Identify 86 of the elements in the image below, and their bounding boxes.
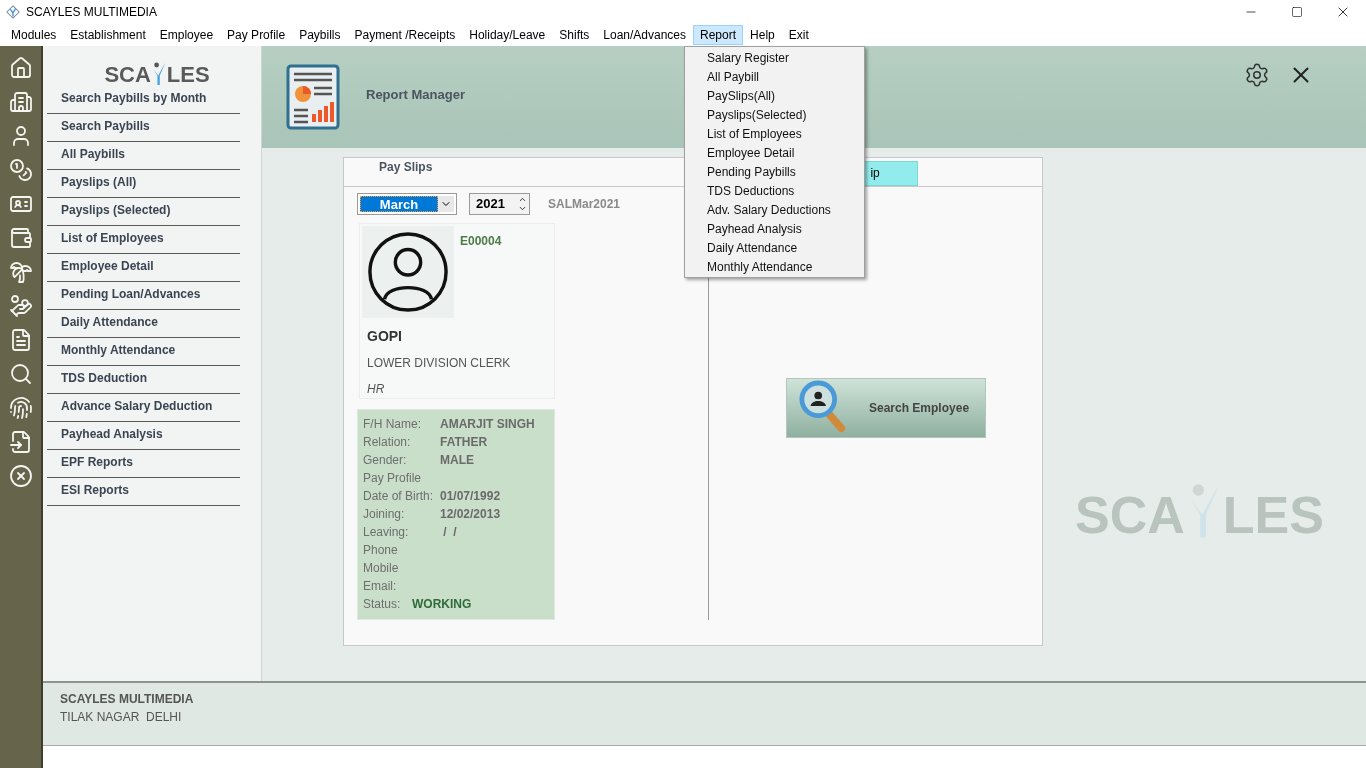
menu-entry[interactable]: Salary Register <box>685 48 864 67</box>
menu-item[interactable]: Exit <box>781 25 816 45</box>
hand-coins-icon[interactable] <box>8 294 33 318</box>
sidebar-item[interactable]: Pending Loan/Advances <box>47 282 240 310</box>
menu-item[interactable]: Payment /Receipts <box>347 25 463 45</box>
employee-id: E00004 <box>460 233 502 250</box>
menu-item[interactable]: Employee <box>152 25 221 45</box>
card-title: Pay Slips <box>379 159 433 176</box>
department: HR <box>367 381 386 398</box>
sidebar-item[interactable]: Search Paybills by Month <box>47 86 240 114</box>
menu-item[interactable]: Pay Profile <box>220 25 293 45</box>
menu-entry[interactable]: Payslips(Selected) <box>685 105 864 124</box>
year-spinner[interactable]: 2021 <box>469 193 530 215</box>
sidebar-item[interactable]: Daily Attendance <box>47 310 240 338</box>
company-address: TILAK NAGAR DELHI <box>60 709 183 726</box>
building-icon[interactable] <box>8 90 33 114</box>
file-import-icon[interactable] <box>8 430 33 454</box>
sidebar-item[interactable]: Employee Detail <box>47 254 240 282</box>
month-dropdown[interactable]: March <box>357 193 457 215</box>
detail-value: MALE <box>440 452 474 469</box>
status-value: WORKING <box>412 596 472 613</box>
sidebar-item[interactable]: Search Paybills <box>47 114 240 142</box>
menu-entry[interactable]: All Paybill <box>685 67 864 86</box>
menu-item[interactable]: Modules <box>4 25 64 45</box>
logo-text: LES <box>166 64 210 86</box>
menu-item[interactable]: Establishment <box>63 25 153 45</box>
detail-value: 12/02/2013 <box>440 506 501 523</box>
logo-text: SCA <box>104 64 151 86</box>
settings-icon[interactable] <box>1244 62 1270 88</box>
menu-entry[interactable]: List of Employees <box>685 124 864 143</box>
sidebar-item[interactable]: ESI Reports <box>47 478 240 506</box>
menu-item[interactable]: Loan/Advances <box>596 25 694 45</box>
coins-icon[interactable] <box>8 158 33 182</box>
wallet-icon[interactable] <box>8 226 33 250</box>
sidebar-item[interactable]: Payslips (Selected) <box>47 198 240 226</box>
menu-entry[interactable]: Daily Attendance <box>685 238 864 257</box>
detail-label: Relation: <box>363 434 412 451</box>
app-icon <box>6 5 20 19</box>
menu-entry[interactable]: Employee Detail <box>685 143 864 162</box>
menu-item[interactable]: Shifts <box>552 25 597 45</box>
detail-label: Pay Profile <box>363 470 423 487</box>
detail-label: F/H Name: <box>363 416 422 433</box>
detail-label: Gender: <box>363 452 408 469</box>
sidebar-item[interactable]: Payhead Analysis <box>47 422 240 450</box>
maximize-icon <box>1291 6 1303 18</box>
palm-tree-icon[interactable] <box>8 260 33 284</box>
up-icon <box>518 195 527 204</box>
detail-value: 01/07/1992 <box>440 488 501 505</box>
close-circle-icon[interactable] <box>8 464 33 488</box>
menu-entry[interactable]: Adv. Salary Deductions <box>685 200 864 219</box>
sidebar-item[interactable]: Advance Salary Deduction <box>47 394 240 422</box>
home-icon[interactable] <box>8 56 33 80</box>
detail-label: Status: <box>363 596 402 613</box>
sidebar-item[interactable]: All Paybills <box>47 142 240 170</box>
detail-label: Email: <box>363 578 398 595</box>
menu-item[interactable]: Help <box>743 25 782 45</box>
menu-item[interactable]: Report <box>693 25 744 45</box>
designation: LOWER DIVISION CLERK <box>367 355 512 372</box>
report-icon <box>286 64 340 130</box>
menu-entry[interactable]: PaySlips(All) <box>685 86 864 105</box>
fingerprint-icon[interactable] <box>8 396 33 420</box>
detail-label: Leaving: <box>363 524 410 541</box>
detail-value: AMARJIT SINGH <box>440 416 535 433</box>
detail-label: Phone <box>363 542 399 559</box>
menu-item[interactable]: Holiday/Leave <box>462 25 553 45</box>
menu-item[interactable]: Paybills <box>292 25 348 45</box>
search-icon[interactable] <box>8 362 33 386</box>
menu-entry[interactable]: Monthly Attendance <box>685 257 864 276</box>
payslip-code: SALMar2021 <box>548 196 621 213</box>
detail-label: Date of Birth: <box>363 488 435 505</box>
sidebar-item[interactable]: EPF Reports <box>47 450 240 478</box>
menu-entry[interactable]: Payhead Analysis <box>685 219 864 238</box>
sidebar-item[interactable]: TDS Deduction <box>47 366 240 394</box>
detail-value: FATHER <box>440 434 488 451</box>
down-icon <box>518 204 527 213</box>
window-title: SCAYLES MULTIMEDIA <box>26 4 157 21</box>
company-name: SCAYLES MULTIMEDIA <box>60 691 195 708</box>
detail-label: Joining: <box>363 506 406 523</box>
sidebar-item[interactable]: Monthly Attendance <box>47 338 240 366</box>
sidebar-item[interactable]: Payslips (All) <box>47 170 240 198</box>
detail-label: Mobile <box>363 560 400 577</box>
detail-value: / / <box>442 524 457 541</box>
sidebar-item[interactable]: List of Employees <box>47 226 240 254</box>
header-title: Report Manager <box>366 86 465 105</box>
search-employee-button[interactable]: Search Employee <box>786 378 986 438</box>
employee-name: GOPI <box>367 327 403 346</box>
